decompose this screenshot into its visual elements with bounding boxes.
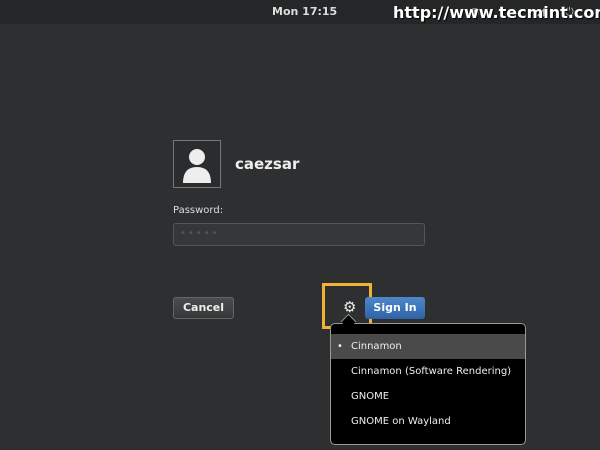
- sign-in-button[interactable]: Sign In: [365, 297, 425, 319]
- session-item-cinnamon[interactable]: • Cinnamon: [331, 334, 525, 359]
- session-item-gnome[interactable]: GNOME: [331, 384, 525, 409]
- user-icon: [183, 149, 211, 183]
- session-item-label: Cinnamon (Software Rendering): [351, 366, 512, 377]
- clock[interactable]: Mon 17:15: [272, 5, 337, 18]
- session-item-cinnamon-software[interactable]: Cinnamon (Software Rendering): [331, 359, 525, 384]
- cancel-button[interactable]: Cancel: [173, 297, 234, 319]
- top-bar: Mon 17:15 ◉ ◢ ⏻ http://www.tecmint.com: [0, 0, 600, 24]
- avatar: [173, 140, 221, 188]
- watermark: http://www.tecmint.com: [393, 3, 600, 22]
- session-item-label: GNOME on Wayland: [351, 416, 451, 427]
- session-item-label: Cinnamon: [351, 341, 402, 352]
- password-input[interactable]: •••••: [173, 223, 425, 246]
- session-item-label: GNOME: [351, 391, 390, 402]
- session-menu: • Cinnamon Cinnamon (Software Rendering) …: [330, 323, 526, 445]
- password-label: Password:: [173, 205, 224, 216]
- selected-bullet-icon: •: [337, 341, 343, 352]
- session-gear-icon[interactable]: ⚙: [343, 298, 356, 316]
- username: caezsar: [235, 155, 300, 173]
- session-item-gnome-wayland[interactable]: GNOME on Wayland: [331, 409, 525, 434]
